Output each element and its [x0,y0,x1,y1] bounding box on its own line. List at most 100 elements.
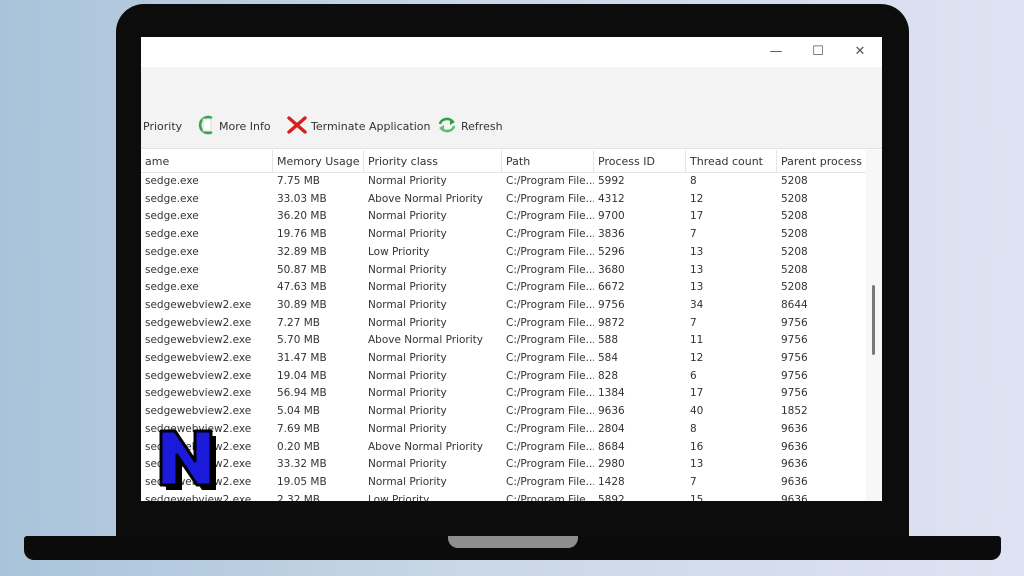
cell-parent-process-id: 9636 [781,475,808,488]
column-header-memory-usage[interactable]: Memory Usage [273,150,364,173]
cell-parent-process-id: 9756 [781,387,808,400]
cell-memory-usage: 50.87 MB [277,263,327,276]
cell-path: C:/Program File... [506,458,594,471]
table-row[interactable]: sedgewebview2.exe 7.27 MB Normal Priority C… [141,315,866,333]
cell-parent-process-id: 5208 [781,281,808,294]
cell-path: C:/Program File... [506,387,594,400]
table-row[interactable]: sedge.exe 33.03 MB Above Normal Priority C:… [141,191,866,209]
refresh-button[interactable]: Refresh [436,113,503,139]
column-header-thread-count[interactable]: Thread count [686,150,777,173]
cell-process-id: 6672 [598,281,625,294]
cell-name: sedge.exe [145,228,199,241]
cell-thread-count: 13 [690,458,704,471]
cell-parent-process-id: 9636 [781,440,808,453]
table-row[interactable]: sedgewebview2.exe 19.04 MB Normal Priority… [141,368,866,386]
table-row[interactable]: sedgewebview2.exe 30.89 MB Normal Priority… [141,297,866,315]
cell-memory-usage: 19.05 MB [277,475,327,488]
cell-process-id: 3680 [598,263,625,276]
terminate-application-button[interactable]: Terminate Application [286,113,430,139]
cell-thread-count: 7 [690,228,697,241]
cell-priority-class: Normal Priority [368,281,447,294]
cell-thread-count: 7 [690,475,697,488]
cell-path: C:/Program File... [506,298,594,311]
cell-path: C:/Program File... [506,475,594,488]
cell-name: sedgewebview2.exe [145,405,252,418]
cell-memory-usage: 33.03 MB [277,192,327,205]
cell-process-id: 588 [598,334,619,347]
vertical-scrollbar[interactable] [866,150,882,501]
priority-button[interactable]: Priority [143,113,182,139]
cell-parent-process-id: 9636 [781,422,808,435]
cell-parent-process-id: 1852 [781,405,808,418]
cell-priority-class: Above Normal Priority [368,440,483,453]
cell-parent-process-id: 5208 [781,175,808,187]
cell-priority-class: Above Normal Priority [368,192,483,205]
cell-priority-class: Normal Priority [368,298,447,311]
refresh-icon [436,115,461,138]
cell-path: C:/Program File... [506,440,594,453]
cell-path: C:/Program File... [506,192,594,205]
cell-path: C:/Program File... [506,245,594,258]
laptop-notch [448,536,578,548]
cell-path: C:/Program File... [506,369,594,382]
cell-process-id: 584 [598,352,619,364]
cell-process-id: 9872 [598,316,625,329]
table-row[interactable]: sedgewebview2.exe 5.04 MB Normal Priority C… [141,403,866,421]
cell-priority-class: Low Priority [368,493,430,501]
close-button[interactable]: ✕ [845,41,875,63]
cell-priority-class: Normal Priority [368,210,447,223]
maximize-button[interactable]: ☐ [803,41,833,63]
table-row[interactable]: sedgewebview2.exe19.05 MBNormal Priority… [141,474,866,492]
cell-parent-process-id: 5208 [781,192,808,205]
table-row[interactable]: sedgewebview2.exe 31.47 MB Normal Priority… [141,350,866,368]
table-row[interactable]: sedgewebview2.exe 5.70 MB Above Normal Pri… [141,332,866,350]
table-row[interactable]: sedgewebview2.exe 56.94 MB Normal Priority… [141,385,866,403]
cell-priority-class: Normal Priority [368,475,447,488]
table-row[interactable]: sedge.exe 36.20 MB Normal Priority C:/Progr… [141,208,866,226]
cell-path: C:/Program File... [506,281,594,294]
table-header: ame Memory Usage Priority class Path Pro… [141,150,866,173]
cell-name: sedge.exe [145,175,199,187]
cell-process-id: 5296 [598,245,625,258]
cell-thread-count: 16 [690,440,704,453]
cell-memory-usage: 56.94 MB [277,387,327,400]
table-row[interactable]: sedgewebview2.exe33.32 MBNormal Priority… [141,456,866,474]
table-row[interactable]: sedge.exe 47.63 MB Normal Priority C:/Progr… [141,279,866,297]
cell-parent-process-id: 9756 [781,369,808,382]
table-row[interactable]: sedgewebview2.exe0.20 MBAbove Normal Pri… [141,439,866,457]
scrollbar-thumb[interactable] [872,285,875,355]
table-row[interactable]: sedge.exe 32.89 MB Low Priority C:/Program … [141,244,866,262]
cell-path: C:/Program File... [506,316,594,329]
table-row[interactable]: sedgewebview2.exe 2.32 MB Low Priority C:/P… [141,492,866,501]
cell-memory-usage: 19.76 MB [277,228,327,241]
column-header-name[interactable]: ame [141,150,273,173]
table-row[interactable]: sedgewebview2.exe 7.69 MB Normal Priority C… [141,421,866,439]
table-row[interactable]: sedge.exe 7.75 MB Normal Priority C:/Progra… [141,173,866,191]
cell-memory-usage: 5.04 MB [277,405,320,418]
table-row[interactable]: sedge.exe 50.87 MB Normal Priority C:/Progr… [141,262,866,280]
cell-path: C:/Program File... [506,263,594,276]
cell-parent-process-id: 9756 [781,352,808,364]
cell-thread-count: 40 [690,405,704,418]
table-body: sedge.exe 7.75 MB Normal Priority C:/Progra… [141,173,866,501]
cell-process-id: 4312 [598,192,625,205]
column-header-process-id[interactable]: Process ID [594,150,686,173]
cell-priority-class: Normal Priority [368,405,447,418]
cell-name: sedgewebview2.exe [145,369,252,382]
minimize-button[interactable]: — [761,41,791,63]
column-header-priority-class[interactable]: Priority class [364,150,502,173]
cell-memory-usage: 31.47 MB [277,352,327,364]
refresh-label: Refresh [461,119,503,133]
cell-memory-usage: 7.69 MB [277,422,320,435]
column-header-parent-process-id[interactable]: Parent process I [777,150,866,173]
cell-name: sedgewebview2.exe [145,387,252,400]
cell-priority-class: Normal Priority [368,263,447,276]
table-row[interactable]: sedge.exe 19.76 MB Normal Priority C:/Progr… [141,226,866,244]
cell-name: sedge.exe [145,281,199,294]
cell-parent-process-id: 5208 [781,245,808,258]
cell-parent-process-id: 5208 [781,228,808,241]
more-info-button[interactable]: More Info [198,113,271,139]
column-header-path[interactable]: Path [502,150,594,173]
cell-process-id: 1384 [598,387,625,400]
cell-priority-class: Low Priority [368,245,430,258]
